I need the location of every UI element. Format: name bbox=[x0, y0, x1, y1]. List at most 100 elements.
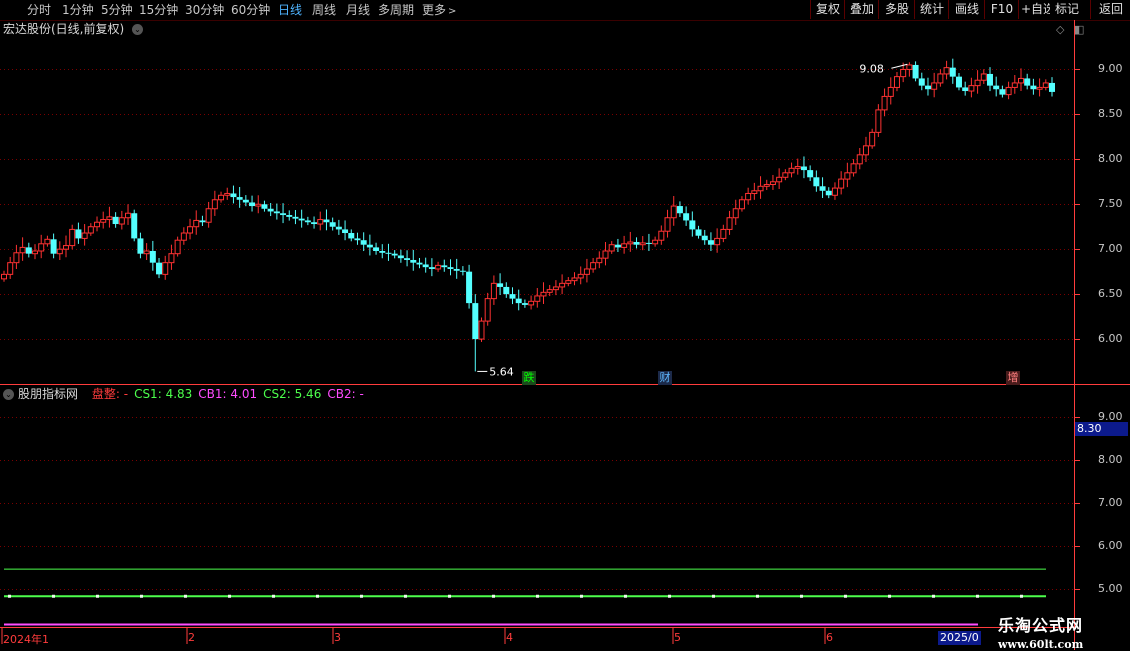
candle-down bbox=[466, 271, 473, 304]
chevron-right-icon: > bbox=[448, 6, 457, 17]
candle-down bbox=[986, 73, 993, 86]
period-tab-5[interactable]: 60分钟 bbox=[231, 2, 270, 18]
candle-up bbox=[490, 282, 497, 300]
candle-up bbox=[1011, 82, 1018, 88]
candle-up bbox=[639, 242, 646, 246]
indicator-value-盘整: 盘整: - bbox=[91, 387, 129, 401]
candle-down bbox=[286, 215, 293, 217]
period-tab-label: 分时 bbox=[27, 3, 52, 17]
watermark-url: www.60lt.com bbox=[998, 638, 1084, 651]
candle-up bbox=[652, 239, 659, 245]
candle-down bbox=[404, 258, 411, 260]
chevron-down-icon[interactable]: ⌄ bbox=[3, 389, 14, 400]
candle-up bbox=[745, 192, 752, 201]
candle-up bbox=[621, 243, 628, 248]
candle-up bbox=[875, 109, 882, 133]
cs1-dot bbox=[184, 594, 187, 598]
period-tab-8[interactable]: 月线 bbox=[346, 2, 370, 18]
toolbar-bookmark-button[interactable]: 标记 bbox=[1050, 0, 1084, 19]
panel-toggle-icon[interactable]: ◧ bbox=[1074, 23, 1084, 36]
candle-up bbox=[81, 232, 88, 239]
candle-down bbox=[267, 208, 274, 212]
event-marker-1[interactable]: 财 bbox=[658, 371, 672, 385]
candle-up bbox=[559, 282, 566, 288]
candle-down bbox=[1030, 85, 1037, 90]
candle-down bbox=[149, 250, 156, 263]
candle-up bbox=[726, 217, 733, 230]
candle-down bbox=[515, 298, 522, 304]
event-marker-2[interactable]: 增 bbox=[1006, 371, 1020, 385]
period-tab-7[interactable]: 周线 bbox=[312, 2, 336, 18]
candle-down bbox=[503, 286, 510, 295]
candle-down bbox=[962, 87, 969, 92]
toolbar-overlay-button[interactable]: 叠加 bbox=[844, 0, 879, 19]
date-label: 6 bbox=[826, 631, 833, 644]
candle-down bbox=[509, 294, 516, 299]
period-tab-9[interactable]: 多周期 bbox=[378, 2, 414, 18]
chevron-down-icon[interactable]: ⌄ bbox=[132, 24, 144, 35]
period-tab-label: 日线 bbox=[278, 3, 303, 17]
candle-up bbox=[831, 187, 838, 196]
candle-up bbox=[838, 178, 845, 189]
candle-down bbox=[676, 206, 683, 214]
period-tab-10[interactable]: 更多 > bbox=[422, 2, 456, 18]
event-marker-0[interactable]: 跌 bbox=[522, 371, 536, 385]
toolbar-restore-rights-button[interactable]: 复权 bbox=[810, 0, 845, 19]
indicator-label: 盘整 bbox=[91, 387, 116, 401]
indicator-value-cb1: CB1: 4.01 bbox=[198, 387, 258, 401]
high-pointer bbox=[891, 63, 908, 69]
candle-up bbox=[63, 245, 70, 250]
candle-up bbox=[143, 250, 150, 255]
cs1-dot bbox=[448, 594, 451, 598]
candle-down bbox=[447, 267, 454, 269]
period-tab-1[interactable]: 1分钟 bbox=[62, 2, 94, 18]
candle-up bbox=[534, 295, 541, 302]
chart-svg[interactable]: 9.08 5.64 bbox=[0, 0, 1130, 650]
candle-up bbox=[87, 226, 94, 234]
candle-down bbox=[428, 267, 435, 269]
cs1-dot bbox=[228, 594, 231, 598]
candle-up bbox=[850, 163, 857, 174]
diamond-icon[interactable]: ◇ bbox=[1056, 23, 1064, 36]
toolbar-multi-stock-button[interactable]: 多股 bbox=[878, 0, 915, 19]
toolbar-statistics-button[interactable]: 统计 bbox=[914, 0, 949, 19]
candle-down bbox=[949, 67, 956, 77]
candle-down bbox=[25, 247, 32, 254]
cs1-dot bbox=[668, 594, 671, 598]
period-tab-6[interactable]: 日线 bbox=[278, 2, 302, 18]
candle-down bbox=[707, 240, 714, 245]
period-tab-0[interactable]: 分时 bbox=[27, 2, 51, 18]
candle-up bbox=[931, 82, 938, 90]
period-tab-label: 周线 bbox=[312, 3, 337, 17]
toolbar-f10-button[interactable]: F10 bbox=[984, 0, 1019, 19]
candle-up bbox=[794, 166, 801, 169]
candle-down bbox=[261, 204, 268, 209]
candle-up bbox=[862, 145, 869, 156]
candle-down bbox=[236, 197, 243, 200]
indicator-label: CB2 bbox=[327, 387, 352, 401]
candle-down bbox=[633, 242, 640, 245]
indicator-title: ⌄ 股朋指标网 盘整: - CS1: 4.83 CB1: 4.01 CS2: 5.46 C… bbox=[3, 386, 370, 402]
candle-down bbox=[825, 190, 832, 196]
candle-down bbox=[242, 199, 249, 203]
period-tab-3[interactable]: 15分钟 bbox=[139, 2, 178, 18]
candle-up bbox=[168, 253, 175, 264]
candle-up bbox=[69, 228, 76, 247]
toolbar-back-button[interactable]: 返回 bbox=[1090, 0, 1130, 19]
cs1-dot bbox=[96, 594, 99, 598]
candle-up bbox=[869, 131, 876, 147]
toolbar-draw-line-button[interactable]: 画线 bbox=[948, 0, 985, 19]
candle-down bbox=[292, 216, 299, 219]
candle-up bbox=[546, 289, 553, 293]
period-tab-2[interactable]: 5分钟 bbox=[101, 2, 133, 18]
candle-up bbox=[627, 241, 634, 245]
watermark-title: 乐淘公式网 bbox=[998, 616, 1084, 635]
indicator-axis-label: 6.00 bbox=[1098, 538, 1123, 552]
period-tab-label: 5分钟 bbox=[101, 3, 133, 17]
indicator-name: 股朋指标网 bbox=[18, 387, 79, 401]
period-tab-4[interactable]: 30分钟 bbox=[185, 2, 224, 18]
period-tab-label: 多周期 bbox=[378, 3, 415, 17]
candle-up bbox=[571, 277, 578, 282]
candle-up bbox=[738, 199, 745, 210]
candle-down bbox=[472, 303, 479, 340]
